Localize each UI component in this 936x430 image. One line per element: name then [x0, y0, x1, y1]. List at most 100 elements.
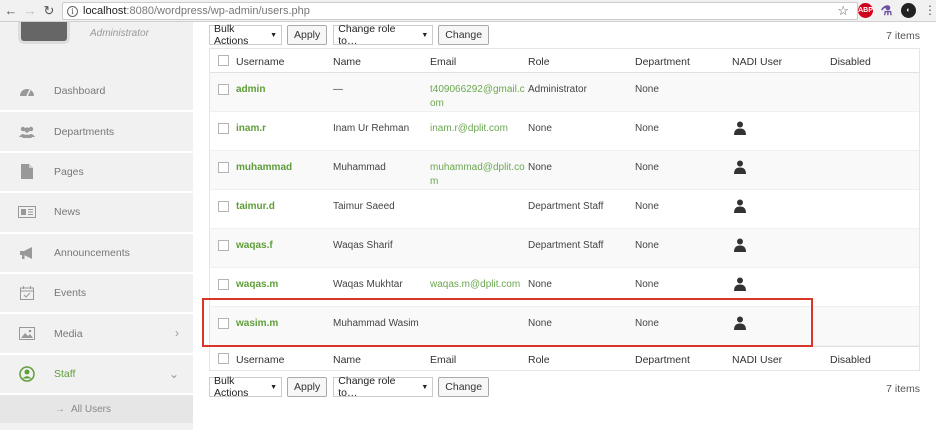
sidebar-item-media[interactable]: Media › — [0, 314, 193, 355]
row-checkbox[interactable] — [218, 201, 229, 212]
table-row: inam.r Inam Ur Rehman inam.r@dplit.com N… — [210, 112, 919, 151]
media-icon — [18, 327, 36, 341]
sidebar-item-departments[interactable]: Departments — [0, 112, 193, 153]
email-link[interactable]: waqas.m@dplit.com — [430, 278, 525, 292]
role-cell: None — [528, 279, 552, 290]
row-checkbox[interactable] — [218, 279, 229, 290]
nadi-user-icon — [734, 160, 746, 174]
address-bar[interactable]: i localhost:8080/wordpress/wp-admin/user… — [62, 2, 858, 20]
role-cell: None — [528, 318, 552, 329]
forward-icon[interactable]: → — [22, 3, 38, 19]
avatar — [18, 22, 70, 44]
reload-icon[interactable]: ↻ — [41, 3, 57, 19]
nadi-user-icon — [734, 238, 746, 252]
change-button[interactable]: Change — [438, 25, 490, 45]
submenu-item-label: All Users — [71, 403, 112, 415]
change-role-label: Change role to… — [338, 23, 396, 47]
users-main-content: Bulk Actions ▼ Apply Change role to… ▼ Cha… — [193, 22, 936, 430]
change-button[interactable]: Change — [438, 377, 490, 397]
url-host: localhost — [83, 5, 127, 17]
arrow-right-icon: → — [55, 403, 65, 415]
department-cell: None — [635, 123, 659, 134]
browser-menu-icon[interactable]: ⋮ — [924, 3, 936, 17]
row-checkbox[interactable] — [218, 162, 229, 173]
adblock-extension-icon[interactable]: ABP — [858, 3, 873, 18]
role-cell: Department Staff — [528, 201, 604, 212]
sidebar-item-staff[interactable]: Staff ⌄ — [0, 355, 193, 396]
sidebar-item-pages[interactable]: Pages — [0, 153, 193, 194]
department-cell: None — [635, 279, 659, 290]
username-link[interactable]: inam.r — [236, 122, 266, 136]
name-cell: Inam Ur Rehman — [333, 123, 410, 134]
column-header-username[interactable]: Username — [236, 55, 284, 69]
nadi-user-icon — [734, 121, 746, 135]
change-role-select[interactable]: Change role to… ▼ — [333, 23, 434, 47]
flask-extension-icon[interactable]: ⚗ — [879, 3, 894, 18]
username-link[interactable]: taimur.d — [236, 200, 275, 214]
caret-down-icon: ▼ — [421, 31, 429, 39]
column-header-role: Role — [528, 56, 550, 68]
name-cell: — — [333, 84, 343, 95]
apply-button[interactable]: Apply — [287, 25, 328, 45]
nadi-user-icon — [734, 277, 746, 291]
change-role-select[interactable]: Change role to… ▼ — [333, 375, 434, 399]
bulk-actions-select[interactable]: Bulk Actions ▼ — [209, 375, 282, 399]
department-cell: None — [635, 318, 659, 329]
table-header-row: Username Name Email Role Department NADI… — [210, 49, 919, 73]
email-link[interactable]: muhammad@dplit.com — [430, 161, 525, 189]
username-link[interactable]: waqas.m — [236, 278, 278, 292]
table-row: taimur.d Taimur Saeed Department Staff N… — [210, 190, 919, 229]
submenu-item-all-users[interactable]: → All Users — [0, 395, 193, 424]
username-link[interactable]: admin — [236, 83, 265, 97]
chevron-down-icon: ⌄ — [168, 366, 179, 381]
sidebar-item-announcements[interactable]: Announcements — [0, 234, 193, 274]
department-cell: None — [635, 84, 659, 95]
browser-toolbar: ← → ↻ i localhost:8080/wordpress/wp-admi… — [0, 0, 936, 22]
sidebar-item-events[interactable]: Events — [0, 274, 193, 315]
username-link[interactable]: wasim.m — [236, 317, 278, 331]
select-all-checkbox[interactable] — [218, 353, 229, 364]
table-row: wasim.m Muhammad Wasim None None — [210, 307, 919, 346]
name-cell: Waqas Mukhtar — [333, 279, 403, 290]
sidebar-item-label: Events — [54, 287, 87, 300]
bookmark-star-icon[interactable]: ☆ — [837, 3, 849, 19]
info-icon[interactable]: i — [67, 5, 78, 17]
back-icon[interactable]: ← — [3, 3, 19, 19]
department-cell: None — [635, 240, 659, 251]
department-cell: None — [635, 201, 659, 212]
row-checkbox[interactable] — [218, 123, 229, 134]
tablenav-top: Bulk Actions ▼ Apply Change role to… ▼ Cha… — [209, 23, 495, 47]
bulk-actions-select[interactable]: Bulk Actions ▼ — [209, 23, 282, 47]
column-footer-disabled: Disabled — [830, 354, 871, 366]
caret-down-icon: ▼ — [270, 383, 277, 391]
sidebar-item-label: News — [54, 206, 81, 219]
chevron-right-icon: › — [175, 326, 179, 341]
row-checkbox[interactable] — [218, 240, 229, 251]
nadi-user-icon — [734, 316, 746, 330]
sidebar-item-news[interactable]: News — [0, 193, 193, 234]
column-footer-email[interactable]: Email — [430, 353, 525, 367]
username-link[interactable]: waqas.f — [236, 239, 273, 253]
row-checkbox[interactable] — [218, 84, 229, 95]
role-cell: Administrator — [528, 84, 587, 95]
sidebar-item-dashboard[interactable]: Dashboard — [0, 72, 193, 113]
select-all-checkbox[interactable] — [218, 55, 229, 66]
sidebar-item-label: Staff — [54, 367, 76, 380]
sidebar-item-label: Announcements — [54, 246, 130, 259]
column-footer-username[interactable]: Username — [236, 353, 284, 367]
column-footer-name: Name — [333, 354, 362, 366]
sidebar-item-label: Media — [54, 327, 83, 340]
dark-extension-icon[interactable]: ◐ — [901, 3, 916, 18]
news-icon — [18, 205, 36, 219]
users-table: Username Name Email Role Department NADI… — [209, 48, 920, 371]
column-header-email[interactable]: Email — [430, 55, 525, 69]
row-checkbox[interactable] — [218, 318, 229, 329]
email-link[interactable]: inam.r@dplit.com — [430, 122, 525, 136]
name-cell: Waqas Sharif — [333, 240, 393, 251]
caret-down-icon: ▼ — [421, 383, 429, 391]
role-cell: Department Staff — [528, 240, 604, 251]
email-link[interactable]: t409066292@gmail.com — [430, 83, 525, 111]
username-link[interactable]: muhammad — [236, 161, 292, 175]
apply-button[interactable]: Apply — [287, 377, 328, 397]
column-footer-nadi-user: NADI User — [732, 354, 783, 366]
